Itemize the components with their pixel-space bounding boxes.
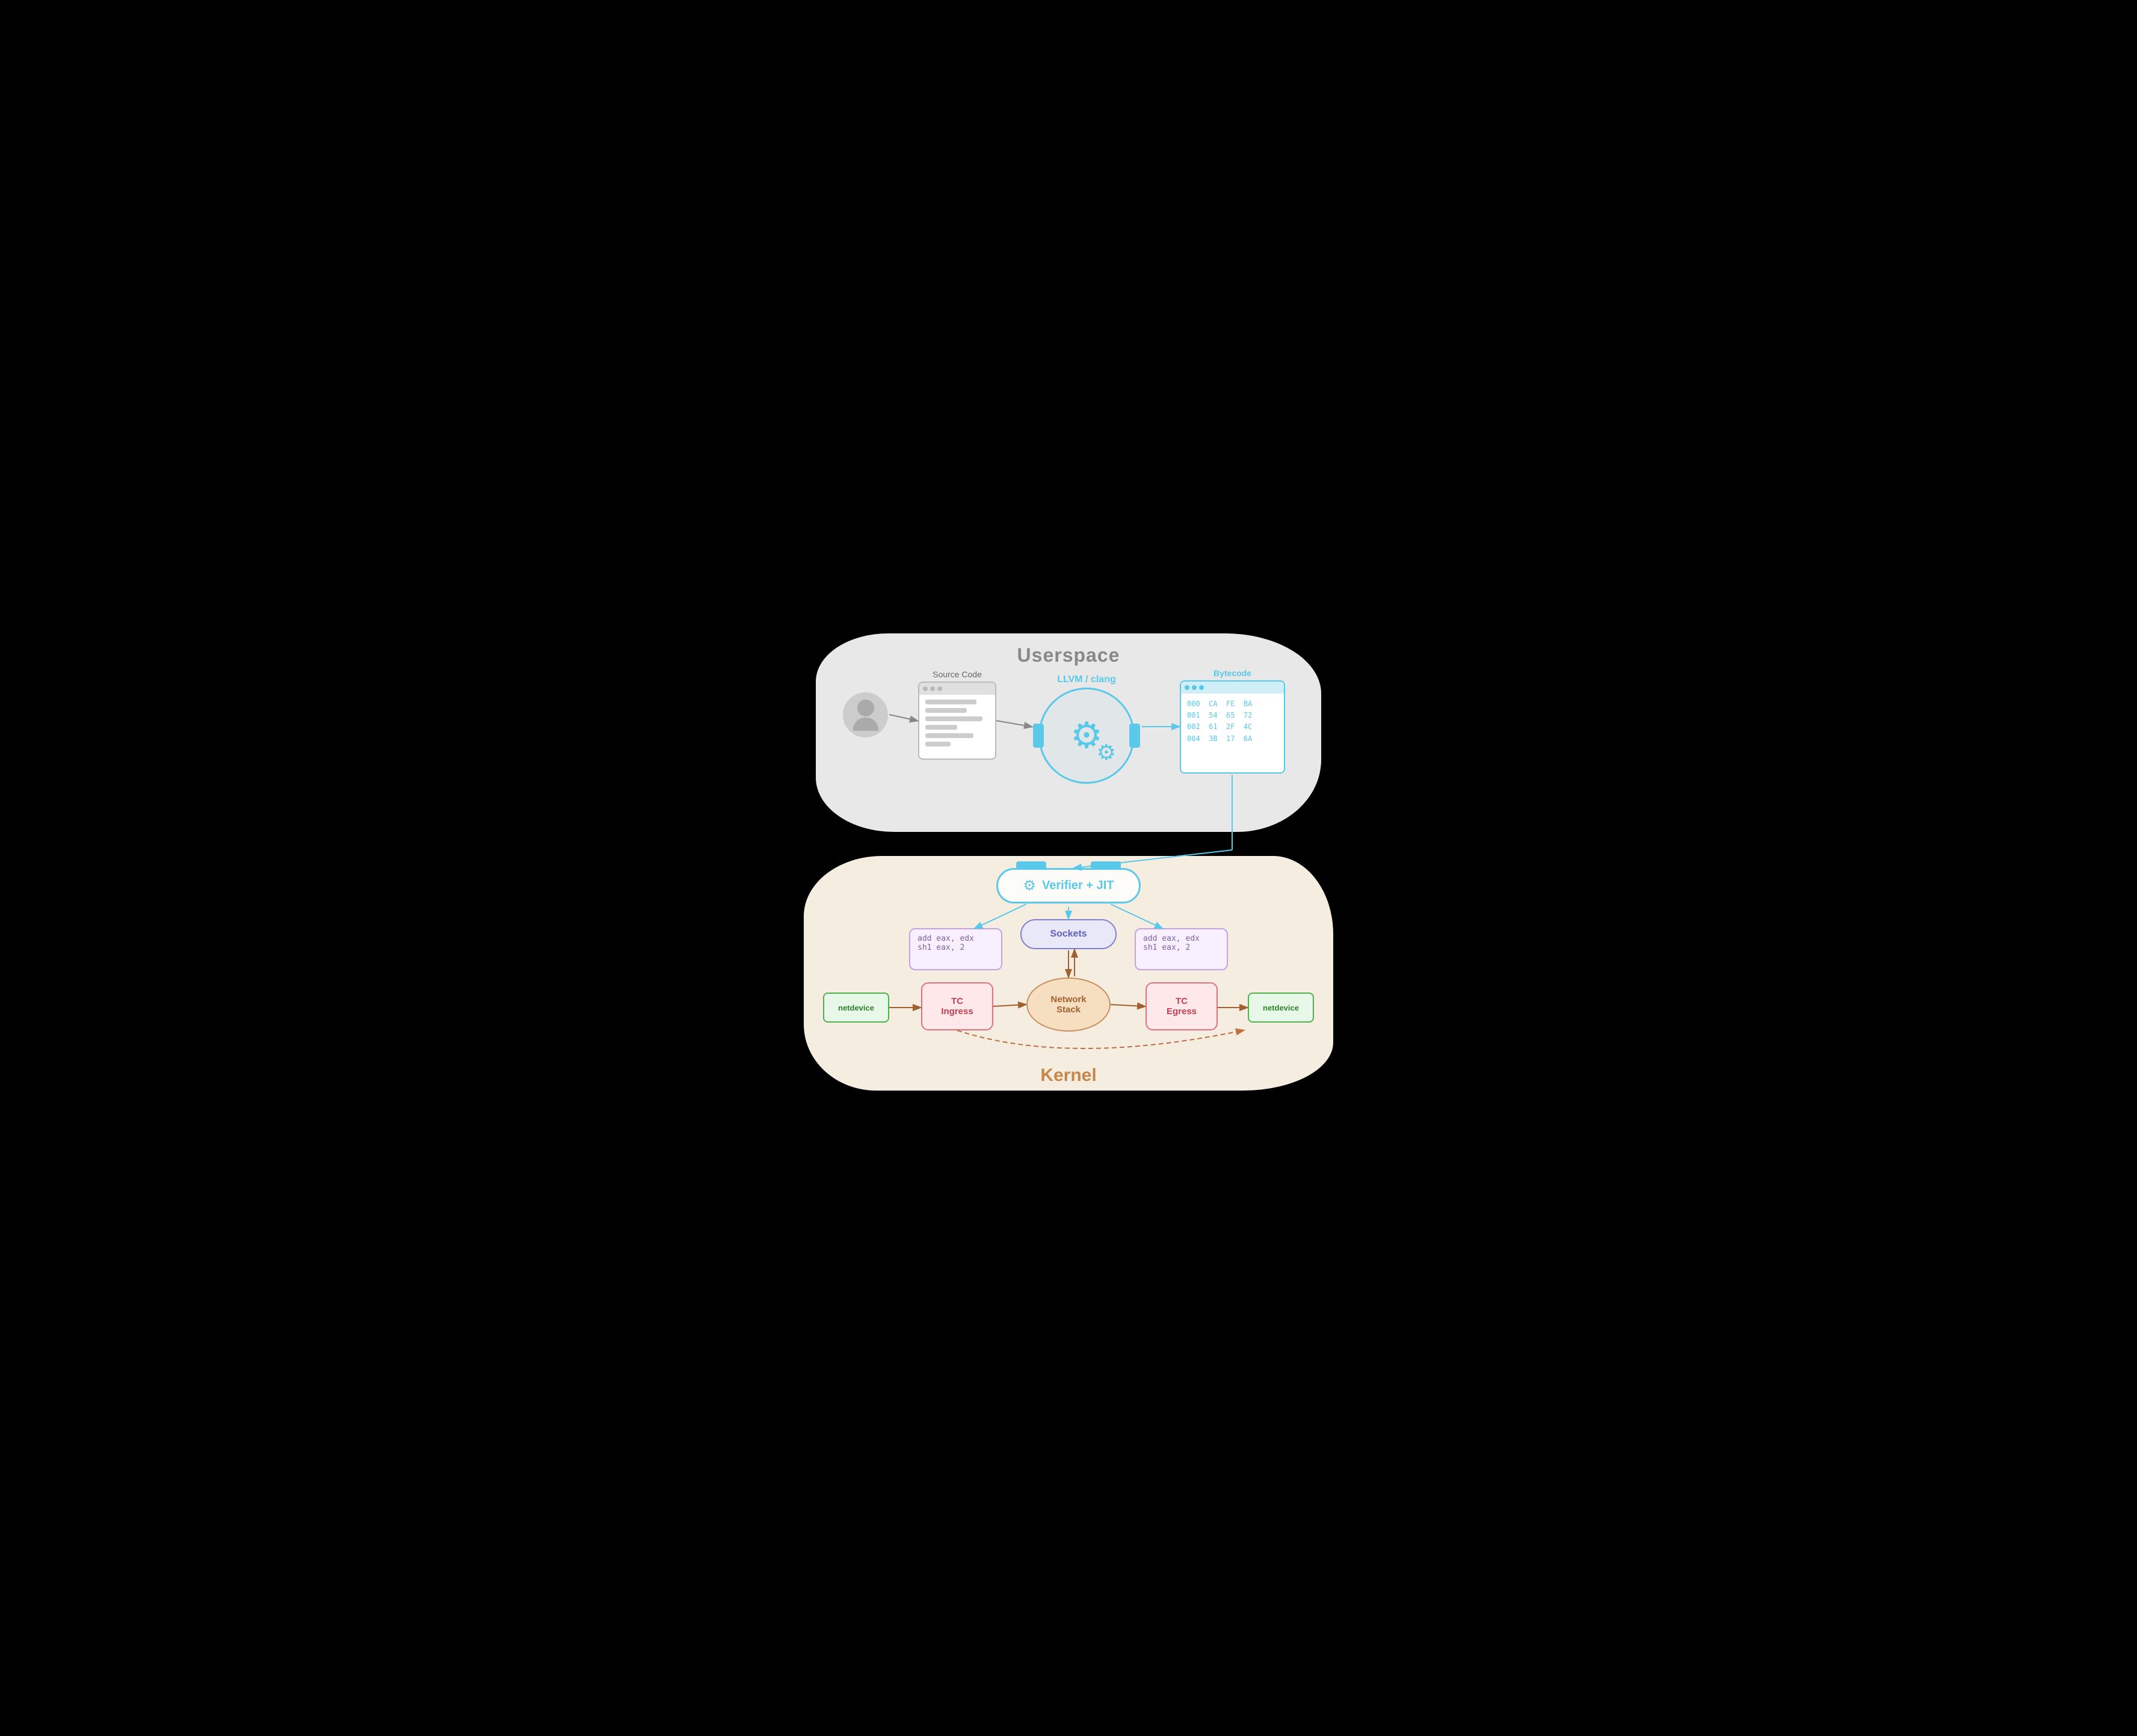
- bytecode-line-4: 004 3B 17 6A: [1187, 733, 1278, 745]
- user-icon: [843, 692, 888, 737]
- netdevice-right-label: netdevice: [1263, 1003, 1299, 1012]
- kernel-label: Kernel: [1040, 1065, 1096, 1086]
- llvm-container: LLVM / clang ⚙ ⚙: [1032, 674, 1141, 784]
- asm-left-line-2: sh1 eax, 2: [917, 943, 994, 952]
- bytecode-line-3: 002 61 2F 4C: [1187, 721, 1278, 733]
- netdevice-right: netdevice: [1248, 993, 1314, 1023]
- asm-right-line-2: sh1 eax, 2: [1143, 943, 1220, 952]
- userspace-label: Userspace: [1017, 644, 1120, 666]
- network-stack-label-2: Stack: [1056, 1005, 1081, 1015]
- gear-small-icon: ⚙: [1097, 740, 1116, 765]
- verifier-container: ⚙ Verifier + JIT: [996, 868, 1141, 903]
- asm-right-line-1: add eax, edx: [1143, 934, 1220, 943]
- tc-egress-label-2: Egress: [1167, 1006, 1197, 1017]
- source-code-box: [918, 682, 996, 760]
- llvm-gear-box: ⚙ ⚙: [1038, 688, 1135, 784]
- source-code-label: Source Code: [918, 669, 996, 679]
- verifier-pipe-right: [1091, 861, 1121, 870]
- tc-egress-label-1: TC: [1176, 996, 1188, 1006]
- network-stack-label-1: Network: [1050, 994, 1086, 1005]
- verifier-gear-icon: ⚙: [1023, 877, 1036, 894]
- bytecode-line-1: 000 CA FE BA: [1187, 698, 1278, 710]
- tc-egress: TC Egress: [1146, 982, 1218, 1030]
- bytecode-label: Bytecode: [1180, 668, 1285, 678]
- tc-ingress: TC Ingress: [921, 982, 993, 1030]
- asm-left-line-1: add eax, edx: [917, 934, 994, 943]
- asm-box-right: add eax, edx sh1 eax, 2: [1135, 928, 1228, 970]
- diagram-container: Userspace Kernel Source Code LLVM / clan…: [798, 633, 1339, 1103]
- sockets-box: Sockets: [1020, 919, 1117, 949]
- verifier-label: Verifier + JIT: [1042, 879, 1114, 893]
- netdevice-left-label: netdevice: [838, 1003, 874, 1012]
- verifier-pipe-left: [1016, 861, 1046, 870]
- tc-ingress-label-2: Ingress: [941, 1006, 973, 1017]
- llvm-label: LLVM / clang: [1032, 674, 1141, 685]
- network-stack: Network Stack: [1026, 977, 1111, 1032]
- tc-ingress-label-1: TC: [951, 996, 963, 1006]
- bytecode-box: 000 CA FE BA 001 54 65 72 002 61 2F 4C 0…: [1180, 680, 1285, 774]
- netdevice-left: netdevice: [823, 993, 889, 1023]
- sockets-label: Sockets: [1050, 929, 1087, 940]
- asm-box-left: add eax, edx sh1 eax, 2: [909, 928, 1002, 970]
- verifier-box: ⚙ Verifier + JIT: [996, 868, 1141, 903]
- bytecode-lines: 000 CA FE BA 001 54 65 72 002 61 2F 4C 0…: [1181, 694, 1284, 749]
- bytecode-line-2: 001 54 65 72: [1187, 710, 1278, 721]
